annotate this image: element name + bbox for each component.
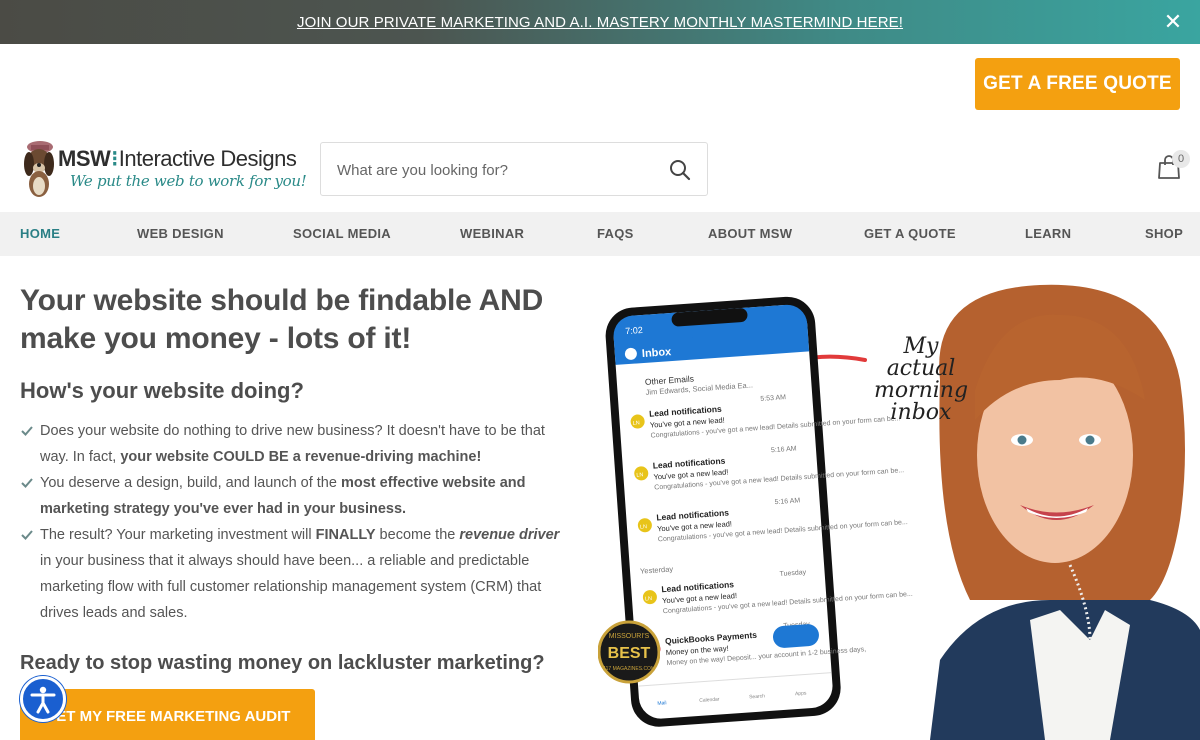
bullet-text: become the	[375, 527, 460, 543]
image-annotation: My actual morning inbox	[873, 334, 969, 425]
nav-item-faqs[interactable]: FAQS	[597, 212, 634, 256]
benefit-list: Does your website do nothing to drive ne…	[20, 418, 560, 626]
nav-item-webinar[interactable]: WEBINAR	[460, 212, 524, 256]
badge-main-text: BEST	[608, 645, 651, 662]
search-box	[320, 142, 708, 196]
avatar: LN	[645, 596, 652, 602]
phone-tab-mail: Mail	[657, 700, 667, 707]
phone-inbox-title: Inbox	[642, 346, 673, 360]
nav-item-shop[interactable]: SHOP	[1145, 212, 1183, 256]
nav-item-about-msw[interactable]: ABOUT MSW	[708, 212, 792, 256]
nav-item-learn[interactable]: LEARN	[1025, 212, 1071, 256]
list-item: You deserve a design, build, and launch …	[20, 470, 560, 522]
phone-tab-search: Search	[749, 693, 765, 700]
list-item: The result? Your marketing investment wi…	[20, 522, 560, 626]
search-icon[interactable]	[669, 159, 691, 181]
accessibility-widget-button[interactable]	[20, 676, 66, 722]
award-badge: MISSOURI'S BEST 417 MAGAZINES.COM	[598, 620, 660, 684]
phone-tab-apps: Apps	[795, 690, 807, 697]
bullet-text: You deserve a design, build, and launch …	[40, 475, 341, 491]
site-logo[interactable]: MSW⁝Interactive Designs We put the web t…	[22, 138, 307, 200]
logo-tagline: We put the web to work for you!	[70, 172, 307, 190]
avatar: LN	[633, 420, 640, 426]
checkmark-icon	[21, 530, 33, 540]
search-input[interactable]	[337, 157, 657, 183]
checkmark-icon	[21, 478, 33, 488]
bullet-bold-text: FINALLY	[315, 527, 376, 543]
badge-top-text: MISSOURI'S	[609, 633, 650, 640]
cta-heading: Ready to stop wasting money on lackluste…	[20, 652, 545, 674]
bullet-text: in your business that it always should h…	[40, 553, 542, 621]
close-icon[interactable]: ✕	[1160, 9, 1186, 35]
accessibility-icon	[30, 686, 56, 714]
hero-headline: Your website should be findable AND make…	[20, 284, 544, 355]
basset-hound-logo-icon	[24, 141, 54, 197]
announcement-link[interactable]: JOIN OUR PRIVATE MARKETING AND A.I. MAST…	[297, 14, 903, 31]
nav-item-web-design[interactable]: WEB DESIGN	[137, 212, 224, 256]
cart-count-badge: 0	[1172, 150, 1190, 168]
nav-item-get-a-quote[interactable]: GET A QUOTE	[864, 212, 956, 256]
list-item: Does your website do nothing to drive ne…	[20, 418, 560, 470]
get-free-quote-button[interactable]: GET A FREE QUOTE	[975, 58, 1180, 110]
main-nav: HOME WEB DESIGN SOCIAL MEDIA WEBINAR FAQ…	[0, 212, 1200, 256]
avatar: LN	[636, 472, 643, 478]
logo-brand: MSW⁝Interactive Designs	[58, 146, 297, 171]
avatar: LN	[640, 524, 647, 530]
logo-brand-msw: MSW	[58, 146, 111, 171]
announcement-bar: JOIN OUR PRIVATE MARKETING AND A.I. MAST…	[0, 0, 1200, 44]
logo-brand-name: Interactive Designs	[118, 146, 297, 171]
bullet-text: The result? Your marketing investment wi…	[40, 527, 316, 543]
nav-item-home[interactable]: HOME	[20, 212, 60, 256]
checkmark-icon	[21, 426, 33, 436]
phone-time: 7:02	[625, 325, 643, 336]
hero-subheading: How's your website doing?	[20, 378, 304, 403]
nav-item-social-media[interactable]: SOCIAL MEDIA	[293, 212, 391, 256]
bullet-bold-italic-text: revenue driver	[459, 527, 560, 543]
badge-bottom-text: 417 MAGAZINES.COM	[603, 666, 655, 672]
bullet-bold-text: your website COULD BE a revenue-driving …	[120, 449, 482, 465]
cart-button[interactable]: 0	[1156, 150, 1190, 184]
